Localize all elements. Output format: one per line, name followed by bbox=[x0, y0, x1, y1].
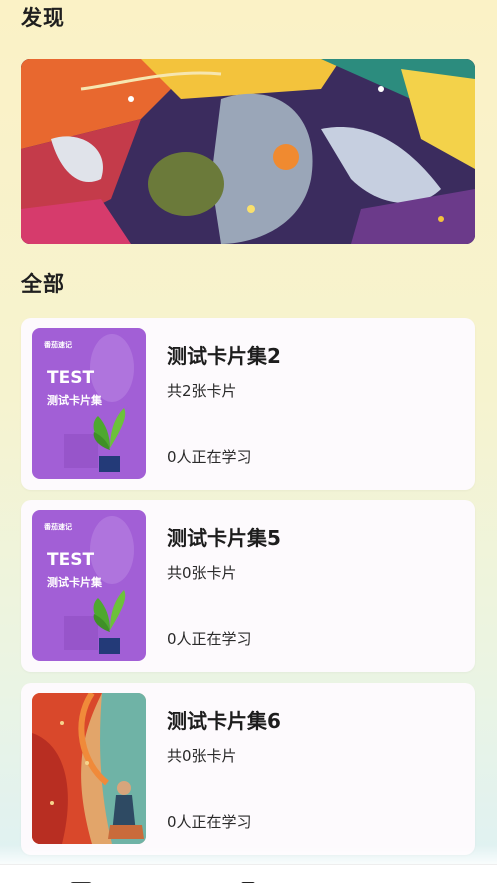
bottom-tab-bar bbox=[0, 864, 497, 883]
discover-banner[interactable] bbox=[21, 59, 475, 244]
card-set-learners: 0人正在学习 bbox=[167, 630, 252, 648]
abstract-art-banner-icon bbox=[21, 59, 475, 244]
card-set-name: 测试卡片集2 bbox=[167, 344, 281, 368]
card-set-name: 测试卡片集5 bbox=[167, 526, 281, 550]
card-set-learners: 0人正在学习 bbox=[167, 448, 252, 466]
cover-brand-text: 番茄速记 bbox=[44, 523, 72, 531]
discover-section-title: 发现 bbox=[21, 6, 65, 30]
cover-title-text: TEST bbox=[47, 368, 95, 388]
all-section-title: 全部 bbox=[21, 272, 65, 296]
card-set-name: 测试卡片集6 bbox=[167, 709, 281, 733]
card-set-count: 共2张卡片 bbox=[167, 382, 237, 400]
card-set-learners: 0人正在学习 bbox=[167, 813, 252, 831]
cover-subtitle-text: 测试卡片集 bbox=[47, 576, 102, 589]
card-set-cover: 番茄速记 TEST 测试卡片集 bbox=[32, 510, 146, 661]
discover-tab-icon[interactable] bbox=[236, 877, 260, 883]
card-set-item[interactable]: 番茄速记 TEST 测试卡片集 测试卡片集5 共0张卡片 0人正在学习 bbox=[21, 500, 475, 672]
cover-title-text: TEST bbox=[47, 550, 95, 570]
cover-brand-text: 番茄速记 bbox=[44, 341, 72, 349]
card-set-cover: 番茄速记 TEST 测试卡片集 bbox=[32, 328, 146, 479]
cards-tab-icon[interactable] bbox=[70, 877, 94, 883]
card-set-item[interactable]: 测试卡片集6 共0张卡片 0人正在学习 bbox=[21, 683, 475, 855]
card-set-count: 共0张卡片 bbox=[167, 564, 237, 582]
profile-tab-icon[interactable] bbox=[405, 877, 421, 883]
card-set-cover bbox=[32, 693, 146, 844]
card-set-item[interactable]: 番茄速记 TEST 测试卡片集 测试卡片集2 共2张卡片 0人正在学习 bbox=[21, 318, 475, 490]
painting-cover-icon bbox=[32, 693, 146, 844]
card-set-count: 共0张卡片 bbox=[167, 747, 237, 765]
cover-subtitle-text: 测试卡片集 bbox=[47, 394, 102, 407]
